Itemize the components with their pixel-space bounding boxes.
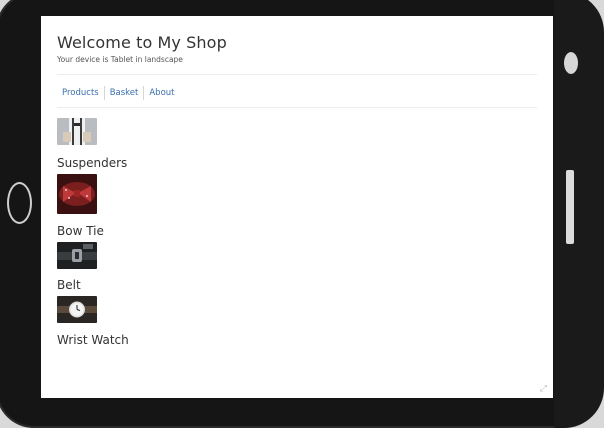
camera-icon xyxy=(564,52,578,74)
nav-basket-link[interactable]: Basket xyxy=(105,87,144,99)
product-item-belt[interactable]: Belt xyxy=(57,242,129,292)
product-name[interactable]: Wrist Watch xyxy=(57,333,129,347)
suspenders-image[interactable] xyxy=(57,118,97,145)
tablet-right-edge xyxy=(554,0,604,428)
main-nav: Products Basket About xyxy=(57,86,180,100)
product-name[interactable]: Suspenders xyxy=(57,156,129,170)
header-divider xyxy=(57,74,537,75)
resize-grip-icon[interactable]: ⤢ xyxy=(540,384,547,394)
bow-tie-image[interactable] xyxy=(57,174,97,214)
wrist-watch-image[interactable] xyxy=(57,296,97,323)
device-info: Your device is Tablet in landscape xyxy=(57,55,183,64)
nav-about-link[interactable]: About xyxy=(144,87,179,99)
product-name[interactable]: Belt xyxy=(57,278,129,292)
belt-image[interactable] xyxy=(57,242,97,269)
product-item-suspenders[interactable]: Suspenders xyxy=(57,118,129,170)
nav-products-link[interactable]: Products xyxy=(57,87,104,99)
side-button[interactable] xyxy=(566,170,574,244)
product-list: Suspenders Bow Tie Belt Wrist Watch xyxy=(57,118,129,347)
product-name[interactable]: Bow Tie xyxy=(57,224,129,238)
product-item-wrist-watch[interactable]: Wrist Watch xyxy=(57,296,129,347)
nav-divider-line xyxy=(57,107,537,108)
page-header: Welcome to My Shop Your device is Tablet… xyxy=(57,33,537,64)
tablet-screen: Welcome to My Shop Your device is Tablet… xyxy=(41,16,553,398)
page-title: Welcome to My Shop xyxy=(57,33,227,52)
product-item-bow-tie[interactable]: Bow Tie xyxy=(57,174,129,238)
home-button[interactable] xyxy=(7,182,32,224)
